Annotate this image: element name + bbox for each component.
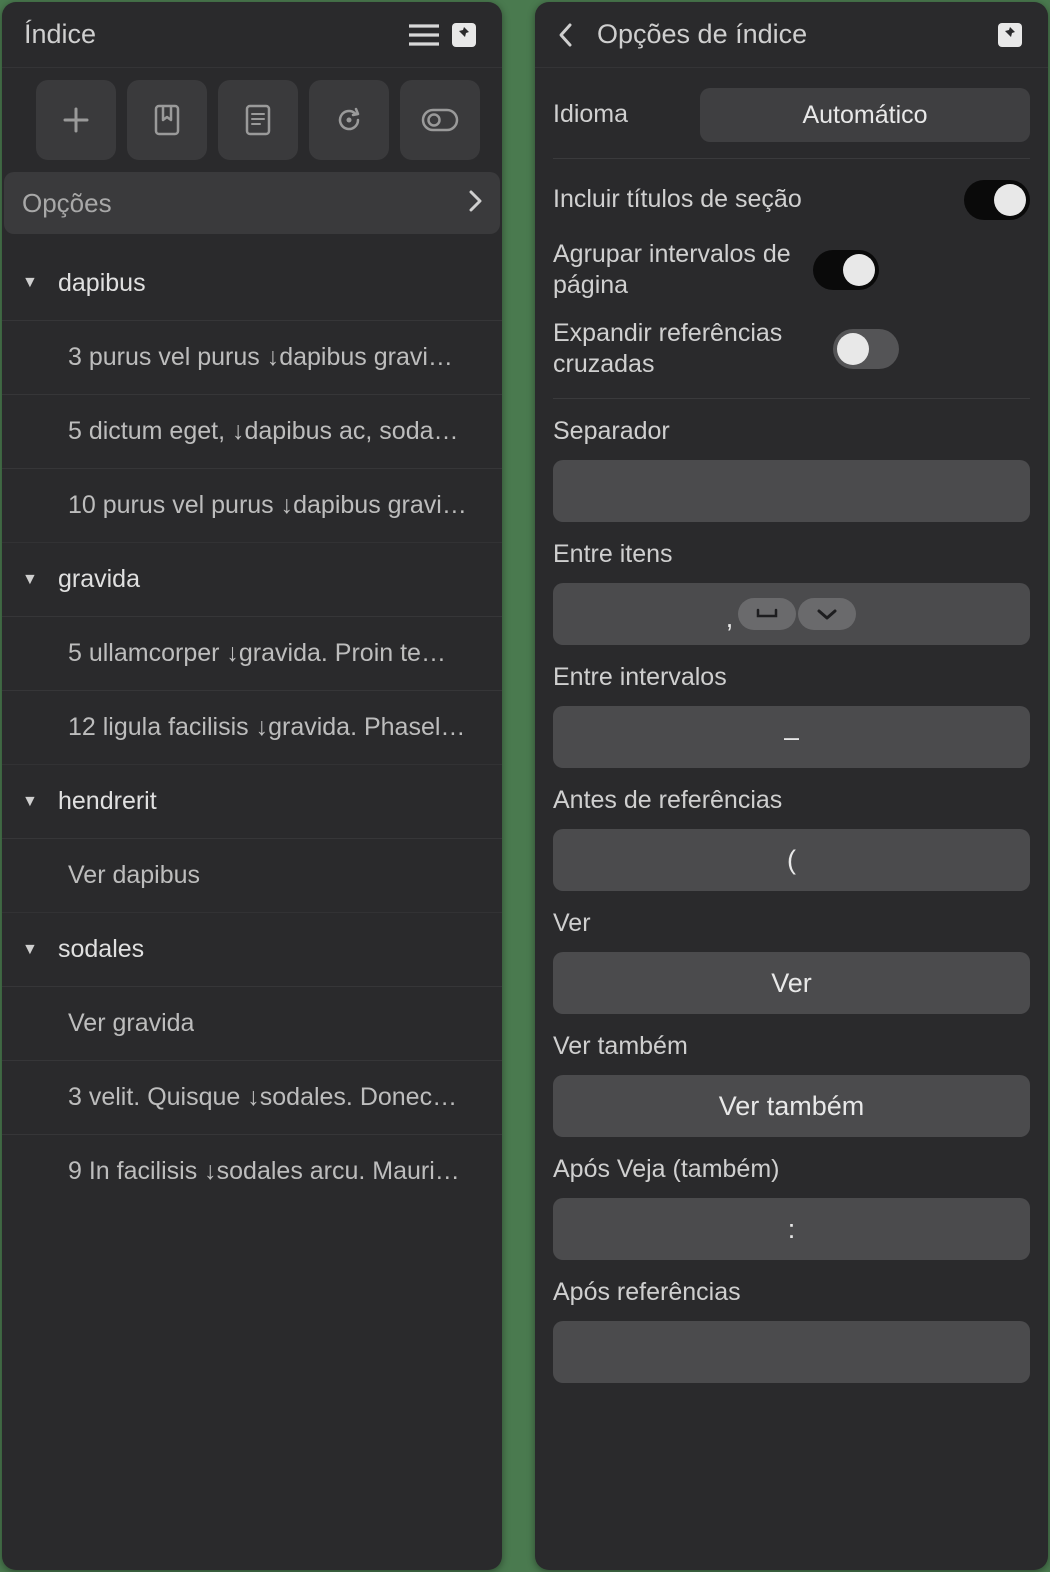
see-also-field: Ver também Ver também [553, 1032, 1030, 1137]
before-refs-input[interactable]: ( [553, 829, 1030, 891]
tree-group-label: gravida [58, 565, 140, 594]
tree-group: ▼ sodales Ver gravida 3 velit. Quisque ↓sod… [2, 912, 502, 1208]
chevron-down-icon[interactable] [798, 598, 856, 630]
tree-item[interactable]: Ver dapibus [2, 838, 502, 912]
group-page-ranges-row: Agrupar intervalos de página [553, 231, 1030, 310]
between-ranges-input[interactable]: – [553, 706, 1030, 768]
after-see-label: Após Veja (também) [553, 1155, 1030, 1184]
between-ranges-field: Entre intervalos – [553, 663, 1030, 768]
hamburger-menu-icon[interactable] [404, 15, 444, 55]
language-row: Idioma Automático [553, 68, 1030, 159]
space-token-icon [738, 598, 796, 630]
tree-item-label: 12 ligula facilisis ↓gravida. Phasel… [68, 713, 465, 742]
tree-item[interactable]: 3 velit. Quisque ↓sodales. Donec… [2, 1060, 502, 1134]
language-select[interactable]: Automático [700, 88, 1030, 142]
tree-item-label: 3 purus vel purus ↓dapibus gravi… [68, 343, 453, 372]
include-section-titles-label: Incluir títulos de seção [553, 184, 964, 215]
after-refs-label: Após referências [553, 1278, 1030, 1307]
separator-label: Separador [553, 417, 1030, 446]
pin-icon[interactable] [444, 15, 484, 55]
tree-group-label: dapibus [58, 269, 146, 298]
bookmark-button[interactable] [127, 80, 207, 160]
tree-group: ▼ gravida 5 ullamcorper ↓gravida. Proin te… [2, 542, 502, 764]
tree-item[interactable]: 3 purus vel purus ↓dapibus gravi… [2, 320, 502, 394]
tree-item-label: 9 In facilisis ↓sodales arcu. Mauri… [68, 1157, 460, 1186]
expand-cross-refs-label: Expandir referências cruzadas [553, 318, 833, 381]
language-value: Automático [802, 101, 927, 130]
index-title: Índice [24, 19, 404, 50]
between-items-label: Entre itens [553, 540, 1030, 569]
tree-item[interactable]: 9 In facilisis ↓sodales arcu. Mauri… [2, 1134, 502, 1208]
index-tree: ▼ dapibus 3 purus vel purus ↓dapibus gravi… [2, 234, 502, 1570]
add-button[interactable] [36, 80, 116, 160]
expand-cross-refs-toggle[interactable] [833, 329, 899, 369]
see-also-label: Ver também [553, 1032, 1030, 1061]
tree-item[interactable]: 12 ligula facilisis ↓gravida. Phasel… [2, 690, 502, 764]
see-field: Ver Ver [553, 909, 1030, 1014]
disclosure-triangle-icon: ▼ [22, 274, 48, 292]
chevron-right-icon [468, 189, 482, 218]
tree-group-label: sodales [58, 935, 144, 964]
separator-input[interactable] [553, 460, 1030, 522]
separator-field: Separador [553, 417, 1030, 522]
toggle-view-button[interactable] [400, 80, 480, 160]
group-page-ranges-label: Agrupar intervalos de página [553, 239, 813, 302]
tree-item[interactable]: 5 dictum eget, ↓dapibus ac, soda… [2, 394, 502, 468]
list-button[interactable] [218, 80, 298, 160]
options-row[interactable]: Opções [4, 172, 500, 234]
after-see-field: Após Veja (também) : [553, 1155, 1030, 1260]
between-items-prefix: , [726, 603, 734, 634]
see-also-input[interactable]: Ver também [553, 1075, 1030, 1137]
pin-icon[interactable] [990, 15, 1030, 55]
tree-item-label: 10 purus vel purus ↓dapibus gravi… [68, 491, 467, 520]
tree-group-header[interactable]: ▼ dapibus [2, 246, 502, 320]
options-label: Opções [22, 188, 468, 219]
see-input[interactable]: Ver [553, 952, 1030, 1014]
tree-item-label: 5 dictum eget, ↓dapibus ac, soda… [68, 417, 459, 446]
index-panel: Índice Opçõ [2, 2, 502, 1570]
options-panel: Opções de índice Idioma Automático Inclu… [535, 2, 1048, 1570]
after-see-input[interactable]: : [553, 1198, 1030, 1260]
between-items-field: Entre itens , [553, 540, 1030, 645]
see-label: Ver [553, 909, 1030, 938]
before-refs-label: Antes de referências [553, 786, 1030, 815]
group-page-ranges-toggle[interactable] [813, 250, 879, 290]
options-title: Opções de índice [597, 19, 990, 50]
index-toolbar [2, 68, 502, 172]
tree-group-header[interactable]: ▼ gravida [2, 542, 502, 616]
tree-group-header[interactable]: ▼ sodales [2, 912, 502, 986]
options-header: Opções de índice [535, 2, 1048, 68]
between-ranges-label: Entre intervalos [553, 663, 1030, 692]
tree-item-label: Ver gravida [68, 1009, 194, 1038]
after-refs-input[interactable] [553, 1321, 1030, 1383]
before-refs-field: Antes de referências ( [553, 786, 1030, 891]
expand-cross-refs-row: Expandir referências cruzadas [553, 310, 1030, 389]
refresh-button[interactable] [309, 80, 389, 160]
tree-item-label: 5 ullamcorper ↓gravida. Proin te… [68, 639, 446, 668]
include-section-titles-row: Incluir títulos de seção [553, 169, 1030, 231]
disclosure-triangle-icon: ▼ [22, 571, 48, 589]
language-label: Idioma [553, 99, 700, 130]
tree-item[interactable]: Ver gravida [2, 986, 502, 1060]
tree-item[interactable]: 5 ullamcorper ↓gravida. Proin te… [2, 616, 502, 690]
tree-group: ▼ dapibus 3 purus vel purus ↓dapibus gravi… [2, 246, 502, 542]
between-items-input[interactable]: , [553, 583, 1030, 645]
after-refs-field: Após referências [553, 1278, 1030, 1383]
tree-item-label: 3 velit. Quisque ↓sodales. Donec… [68, 1083, 457, 1112]
tree-group-label: hendrerit [58, 787, 157, 816]
disclosure-triangle-icon: ▼ [22, 941, 48, 959]
tree-item-label: Ver dapibus [68, 861, 200, 890]
tree-item[interactable]: 10 purus vel purus ↓dapibus gravi… [2, 468, 502, 542]
disclosure-triangle-icon: ▼ [22, 793, 48, 811]
tree-group: ▼ hendrerit Ver dapibus [2, 764, 502, 912]
include-section-titles-toggle[interactable] [964, 180, 1030, 220]
back-button[interactable] [557, 22, 593, 48]
tree-group-header[interactable]: ▼ hendrerit [2, 764, 502, 838]
index-header: Índice [2, 2, 502, 68]
